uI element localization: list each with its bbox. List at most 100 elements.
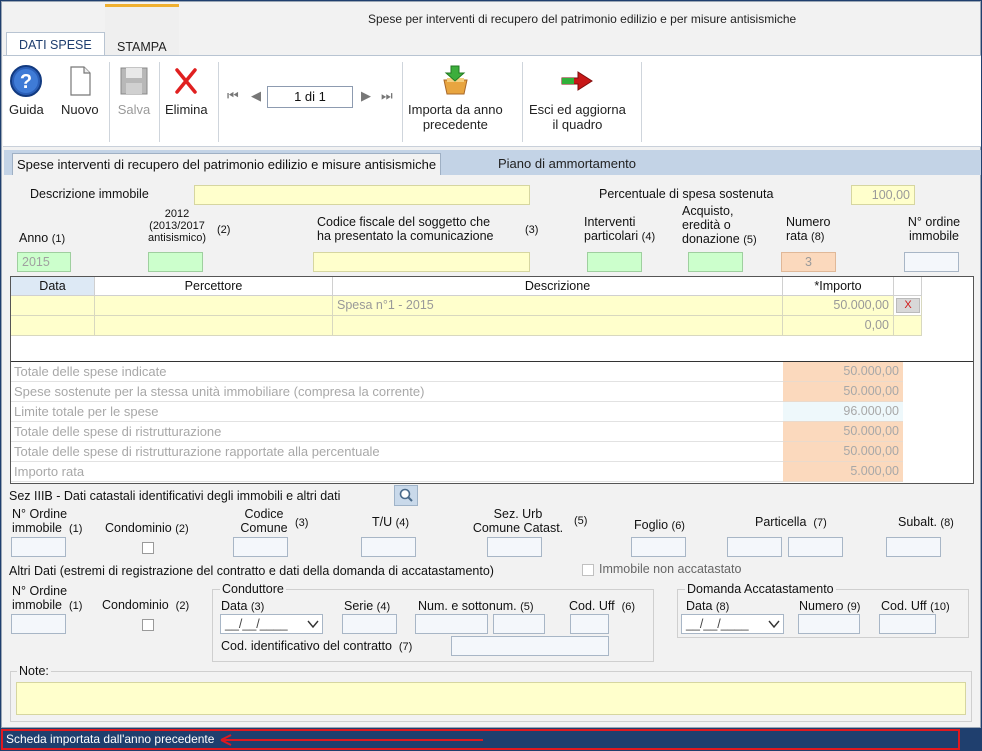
contratto-label: Cod. identificativo del contratto (7)	[221, 639, 413, 653]
cat-subalt-input[interactable]	[886, 537, 941, 557]
limite-totale-label: Limite totale per le spese	[11, 402, 783, 422]
totale-rapportate-label: Totale delle spese di ristrutturazione r…	[11, 442, 783, 462]
acquisto-label: Acquisto, eredità o donazione (5)	[682, 204, 757, 246]
salva-button[interactable]: Salva	[117, 64, 151, 117]
percentuale-input[interactable]: 100,00	[851, 185, 915, 205]
codice-fiscale-num: (3)	[525, 224, 539, 236]
interventi-particolari-label: Interventi particolari (4)	[584, 215, 656, 243]
contratto-input[interactable]	[451, 636, 609, 656]
domanda-coduff-input[interactable]	[879, 614, 936, 634]
search-icon	[399, 488, 413, 502]
limite-totale-value: 96.000,00	[783, 402, 903, 422]
altri-condominio-checkbox[interactable]	[142, 619, 154, 631]
non-accatastato-label: Immobile non accatastato	[599, 562, 742, 576]
conduttore-serie-label: Serie (4)	[344, 599, 391, 613]
altri-ordine-input[interactable]	[11, 614, 66, 634]
conduttore-serie-input[interactable]	[342, 614, 397, 634]
sez-iiib-title: Sez IIIB - Dati catastali identificativi…	[9, 489, 341, 503]
altri-condominio-label: Condominio (2)	[102, 598, 190, 612]
separator	[109, 62, 110, 142]
descrizione-immobile-input[interactable]	[194, 185, 530, 205]
cat-tu-label: T/U (4)	[372, 515, 410, 529]
note-label: Note:	[17, 664, 51, 678]
cat-ordine-input[interactable]	[11, 537, 66, 557]
conduttore-num-label: Num. e sottonum. (5)	[418, 599, 534, 613]
ordine-immobile-input[interactable]	[904, 252, 959, 272]
cat-foglio-input[interactable]	[631, 537, 686, 557]
grid-cell-importo[interactable]: 0,00	[783, 316, 894, 336]
cat-foglio-label: Foglio (6)	[634, 518, 685, 532]
non-accatastato-checkbox[interactable]	[582, 564, 594, 576]
cat-condominio-checkbox[interactable]	[142, 542, 154, 554]
note-textarea[interactable]	[16, 682, 966, 715]
numero-rata-input[interactable]: 3	[781, 252, 836, 272]
cat-sezurb-input[interactable]	[487, 537, 542, 557]
window-title: Spese per interventi di recupero del pat…	[368, 12, 797, 26]
anno-input[interactable]: 2015	[17, 252, 71, 272]
interventi-particolari-input[interactable]	[587, 252, 642, 272]
conduttore-coduff-input[interactable]	[570, 614, 609, 634]
conduttore-data-picker[interactable]: __/__/____	[220, 614, 323, 634]
ordine-immobile-label: N° ordine immobile	[907, 215, 961, 243]
importa-button[interactable]: Importa da anno precedente	[408, 64, 503, 132]
grid-cell-data[interactable]	[11, 316, 95, 336]
delete-row-button[interactable]: X	[896, 298, 920, 313]
status-text: Scheda importata dall'anno precedente	[6, 732, 215, 746]
cat-codice-num: (3)	[295, 517, 309, 529]
tab-stampa[interactable]: STAMPA	[105, 4, 179, 56]
domanda-data-picker[interactable]: __/__/____	[681, 614, 784, 634]
anno-2012-num: (2)	[217, 224, 231, 236]
cat-sezurb-num: (5)	[574, 515, 588, 527]
esci-aggiorna-button[interactable]: Esci ed aggiorna il quadro	[529, 64, 626, 132]
grid-header-percettore: Percettore	[95, 277, 333, 296]
save-icon	[117, 64, 151, 98]
conduttore-sottonum-input[interactable]	[493, 614, 545, 634]
grid-cell-descrizione[interactable]	[333, 316, 783, 336]
catasto-search-button[interactable]	[394, 485, 418, 506]
separator	[159, 62, 160, 142]
next-record-icon[interactable]: ▶	[361, 88, 371, 104]
chevron-down-icon[interactable]	[768, 616, 780, 638]
tab-dati-spese[interactable]: DATI SPESE	[6, 32, 105, 56]
guida-button[interactable]: ? Guida	[9, 64, 44, 117]
main-window: Spese per interventi di recupero del pat…	[1, 1, 981, 728]
conduttore-data-label: Data (3)	[221, 599, 265, 613]
acquisto-input[interactable]	[688, 252, 743, 272]
cat-codice-input[interactable]	[233, 537, 288, 557]
chevron-down-icon[interactable]	[307, 616, 319, 638]
cat-codice-label: Codice Comune	[240, 507, 288, 535]
domanda-numero-label: Numero (9)	[799, 599, 861, 613]
cat-particella-input[interactable]	[727, 537, 782, 557]
grid-cell-percettore[interactable]	[95, 296, 333, 316]
subtab-spese-interventi[interactable]: Spese interventi di recupero del patrimo…	[12, 153, 442, 175]
totale-spese-label: Totale delle spese indicate	[11, 362, 783, 382]
previous-record-icon[interactable]: ◀	[251, 88, 261, 104]
anno-2012-input[interactable]	[148, 252, 203, 272]
domanda-numero-input[interactable]	[798, 614, 860, 634]
elimina-button[interactable]: Elimina	[165, 64, 208, 117]
spese-unita-label: Spese sostenute per la stessa unità immo…	[11, 382, 783, 402]
grid-cell-percettore[interactable]	[95, 316, 333, 336]
last-record-icon[interactable]: ⏭	[381, 88, 393, 104]
esci-label-1: Esci ed aggiorna	[529, 102, 626, 117]
grid-cell-data[interactable]	[11, 296, 95, 316]
altri-dati-title: Altri Dati (estremi di registrazione del…	[9, 564, 494, 578]
grid-cell-importo[interactable]: 50.000,00	[783, 296, 894, 316]
grid-cell-descrizione[interactable]: Spesa n°1 - 2015	[333, 296, 783, 316]
toolbar: ? Guida Nuovo Salva Elimina ⏮ ◀ 1 di 1 ▶…	[3, 55, 981, 147]
percentuale-label: Percentuale di spesa sostenuta	[599, 187, 774, 201]
grid-cell-delete: X	[894, 296, 922, 316]
first-record-icon[interactable]: ⏮	[227, 88, 239, 104]
grid-header-descrizione: Descrizione	[333, 277, 783, 296]
nuovo-button[interactable]: Nuovo	[61, 64, 99, 117]
codice-fiscale-input[interactable]	[313, 252, 530, 272]
anno-label: Anno (1)	[19, 231, 66, 245]
grid-header-importo: *Importo	[783, 277, 894, 296]
conduttore-num-input[interactable]	[415, 614, 488, 634]
svg-text:?: ?	[20, 71, 32, 93]
page-indicator[interactable]: 1 di 1	[267, 86, 353, 108]
cat-particella-input-2[interactable]	[788, 537, 843, 557]
cat-tu-input[interactable]	[361, 537, 416, 557]
grid-cell-delete	[894, 316, 922, 336]
subtab-piano-ammortamento[interactable]: Piano di ammortamento	[494, 153, 640, 175]
